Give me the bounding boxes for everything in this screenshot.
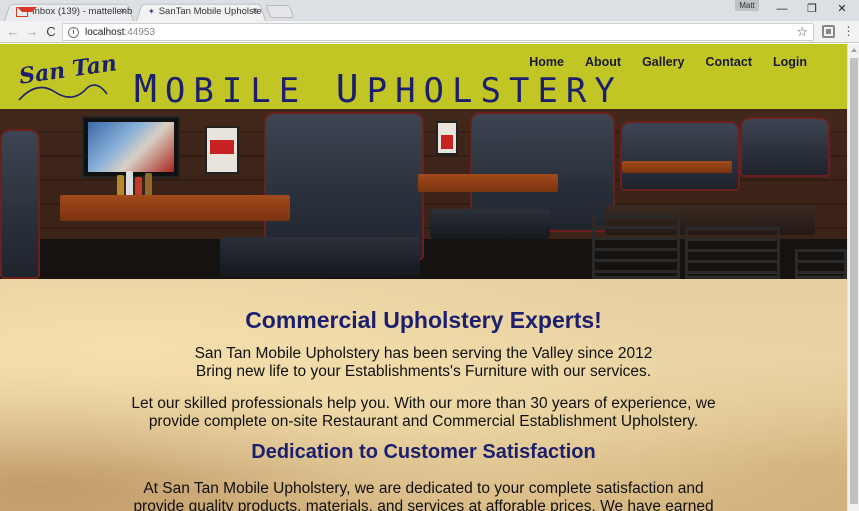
nav-about[interactable]: About [585, 55, 621, 69]
condiments-graphic [115, 167, 165, 197]
site-header: San Tan MOBILE UPHOLSTERY Home About Gal… [0, 44, 847, 111]
tab-gmail[interactable]: Inbox (139) - mattellenb × [4, 2, 134, 21]
section-heading: Dedication to Customer Satisfaction [251, 441, 596, 463]
back-button[interactable]: ← [4, 23, 22, 41]
page-viewport: San Tan MOBILE UPHOLSTERY Home About Gal… [0, 44, 847, 511]
intro-line-1: San Tan Mobile Upholstery has been servi… [194, 345, 653, 362]
tab-santan[interactable]: ✶ SanTan Mobile Upholste × [136, 2, 266, 21]
site-brand-title: MOBILE UPHOLSTERY [134, 67, 623, 111]
browser-toolbar: ← → C i localhost:44953 ☆ ⋮ [0, 21, 859, 43]
url-text: localhost:44953 [85, 26, 156, 38]
page-heading: Commercial Upholstery Experts! [245, 307, 602, 333]
nav-login[interactable]: Login [773, 55, 807, 69]
site-navigation: Home About Gallery Contact Login [529, 55, 807, 69]
new-tab-button[interactable] [265, 5, 295, 18]
intro-line-4: provide complete on-site Restaurant and … [148, 413, 699, 430]
nav-gallery[interactable]: Gallery [642, 55, 684, 69]
logo-text: San Tan [17, 50, 117, 89]
forward-button[interactable]: → [23, 23, 41, 41]
intro-line-2: Bring new life to your Establishments's … [195, 363, 652, 380]
main-content: Commercial Upholstery Experts! San Tan M… [0, 279, 847, 511]
browser-menu-icon[interactable]: ⋮ [842, 25, 855, 38]
extension-icon[interactable] [822, 25, 835, 38]
gmail-icon [16, 6, 37, 17]
profile-badge[interactable]: Matt [735, 0, 759, 11]
tab-strip: Inbox (139) - mattellenb × ✶ SanTan Mobi… [0, 0, 859, 21]
nav-contact[interactable]: Contact [705, 55, 752, 69]
tab-title: SanTan Mobile Upholste [158, 6, 262, 17]
close-tab-icon[interactable]: × [252, 2, 258, 21]
nav-home[interactable]: Home [529, 55, 564, 69]
satisfaction-line-1: At San Tan Mobile Upholstery, we are ded… [143, 480, 704, 497]
hero-image [0, 109, 847, 279]
scroll-up-icon[interactable] [851, 48, 857, 52]
page-scrollbar[interactable] [847, 44, 859, 511]
maximize-button[interactable]: ❐ [797, 0, 827, 18]
satisfaction-line-2: provide quality products, materials, and… [133, 498, 714, 511]
minimize-button[interactable]: — [767, 0, 797, 18]
reload-button[interactable]: C [42, 23, 60, 41]
santan-favicon-icon: ✶ [148, 7, 155, 16]
address-bar[interactable]: i localhost:44953 ☆ [62, 23, 814, 41]
intro-line-3: Let our skilled professionals help you. … [131, 395, 716, 412]
bookmark-star-icon[interactable]: ☆ [796, 24, 808, 40]
santan-logo[interactable]: San Tan [17, 50, 117, 106]
info-icon[interactable]: i [68, 26, 79, 38]
close-tab-icon[interactable]: × [120, 2, 126, 21]
close-window-button[interactable]: ✕ [827, 0, 857, 18]
scrollbar-thumb[interactable] [850, 58, 858, 504]
tab-title: Inbox (139) - mattellenb [32, 6, 133, 17]
